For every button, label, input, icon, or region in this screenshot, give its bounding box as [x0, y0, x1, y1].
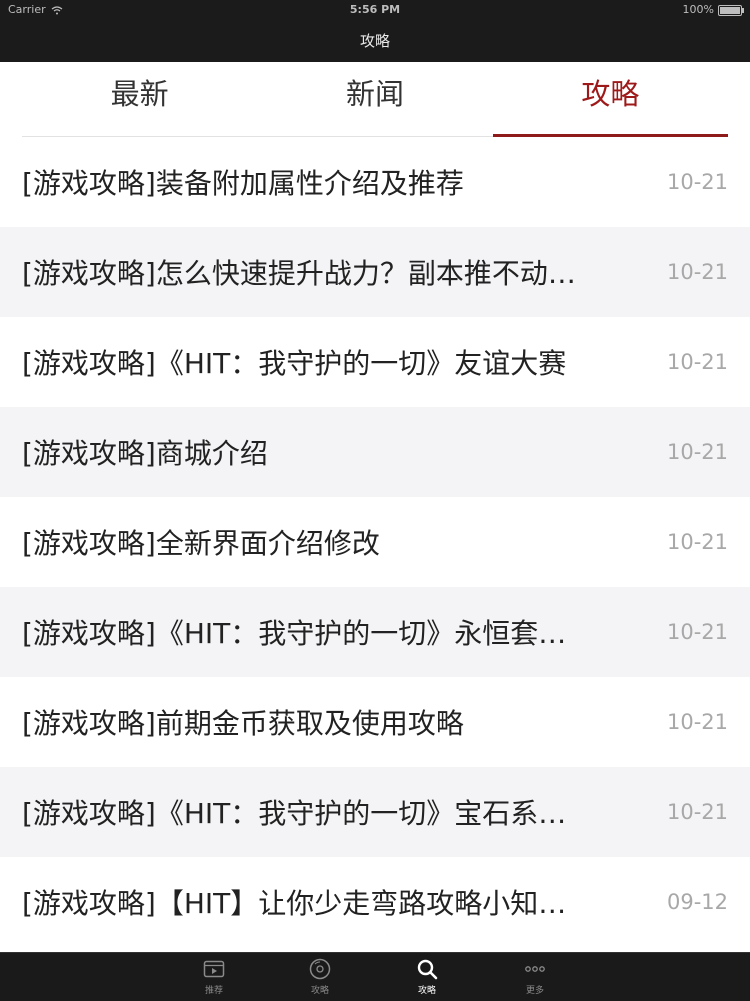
- tabbar-label: 推荐: [204, 986, 223, 996]
- article-date: 09-12: [666, 890, 728, 914]
- search-icon: [417, 959, 438, 980]
- tab-latest[interactable]: 最新: [22, 62, 257, 136]
- tab-news[interactable]: 新闻: [257, 62, 492, 136]
- tabbar-label: 攻略: [310, 986, 329, 996]
- list-item[interactable]: [游戏攻略]装备附加属性介绍及推荐 10-21: [0, 137, 750, 227]
- status-time: 5:56 PM: [349, 3, 401, 16]
- list-item[interactable]: [游戏攻略]前期金币获取及使用攻略 10-21: [0, 677, 750, 767]
- video-icon: [203, 960, 225, 978]
- article-list: [游戏攻略]装备附加属性介绍及推荐 10-21 [游戏攻略]怎么快速提升战力？副…: [0, 137, 750, 947]
- segment-tabs: 最新 新闻 攻略: [22, 62, 729, 137]
- tabbar-item-more[interactable]: 更多: [505, 957, 565, 996]
- nav-title: 攻略: [359, 32, 390, 50]
- article-title: [游戏攻略]【HIT】让你少走弯路攻略小知…: [22, 887, 567, 920]
- article-title: [游戏攻略]装备附加属性介绍及推荐: [22, 167, 464, 200]
- more-icon: [525, 966, 545, 972]
- article-title: [游戏攻略]《HIT：我守护的一切》永恒套…: [22, 617, 567, 650]
- disc-icon: [309, 958, 331, 980]
- tab-guides[interactable]: 攻略: [492, 62, 729, 137]
- status-bar: Carrier 5:56 PM 100%: [0, 0, 750, 20]
- article-date: 10-21: [666, 800, 728, 824]
- article-date: 10-21: [666, 440, 728, 464]
- article-title: [游戏攻略]怎么快速提升战力？副本推不动…: [22, 257, 576, 290]
- article-date: 10-21: [666, 530, 728, 554]
- article-title: [游戏攻略]《HIT：我守护的一切》友谊大赛: [22, 347, 567, 380]
- article-title: [游戏攻略]前期金币获取及使用攻略: [22, 707, 464, 740]
- list-item[interactable]: [游戏攻略]【HIT】让你少走弯路攻略小知… 09-12: [0, 857, 750, 947]
- article-title: [游戏攻略]商城介绍: [22, 437, 268, 470]
- list-item[interactable]: [游戏攻略]《HIT：我守护的一切》友谊大赛 10-21: [0, 317, 750, 407]
- list-item[interactable]: [游戏攻略]商城介绍 10-21: [0, 407, 750, 497]
- list-item[interactable]: [游戏攻略]《HIT：我守护的一切》永恒套… 10-21: [0, 587, 750, 677]
- battery-percent: 100%: [682, 3, 714, 16]
- article-date: 10-21: [666, 710, 728, 734]
- navigation-bar: Carrier 5:56 PM 100% 攻略: [0, 0, 750, 62]
- tabbar-label: 更多: [525, 986, 544, 996]
- article-date: 10-21: [666, 620, 728, 644]
- article-date: 10-21: [666, 260, 728, 284]
- list-item[interactable]: [游戏攻略]怎么快速提升战力？副本推不动… 10-21: [0, 227, 750, 317]
- article-date: 10-21: [666, 350, 728, 374]
- list-item[interactable]: [游戏攻略]全新界面介绍修改 10-21: [0, 497, 750, 587]
- article-title: [游戏攻略]《HIT：我守护的一切》宝石系…: [22, 797, 567, 830]
- tabbar-item-disc[interactable]: 攻略: [290, 957, 350, 996]
- article-title: [游戏攻略]全新界面介绍修改: [22, 527, 380, 560]
- tabbar-label: 攻略: [417, 986, 436, 996]
- tabbar-item-recommend[interactable]: 推荐: [184, 957, 244, 996]
- battery-indicator: 100%: [682, 0, 744, 20]
- article-date: 10-21: [666, 170, 728, 194]
- list-item[interactable]: [游戏攻略]《HIT：我守护的一切》宝石系… 10-21: [0, 767, 750, 857]
- battery-icon: [718, 4, 744, 16]
- tabbar-item-search[interactable]: 攻略: [397, 957, 457, 996]
- bottom-tab-bar: 推荐 攻略 攻略 更多: [0, 952, 750, 1001]
